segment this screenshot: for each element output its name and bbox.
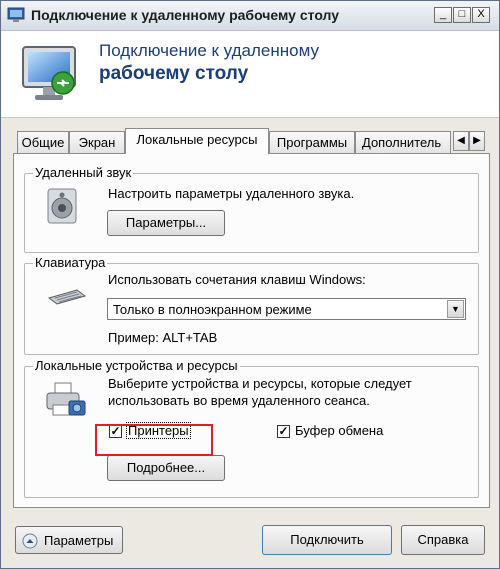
tab-scroll-left-button[interactable]: ◀ (453, 131, 469, 151)
remote-desktop-window: Подключение к удаленному рабочему столу … (0, 0, 500, 569)
title-bar[interactable]: Подключение к удаленному рабочему столу … (1, 1, 499, 31)
close-button[interactable]: X (472, 7, 490, 23)
keyboard-icon (47, 289, 87, 305)
remote-sound-group: Удаленный звук Настроить параметры удале… (24, 165, 479, 253)
keyboard-title: Клавиатура (33, 255, 108, 270)
minimize-button[interactable]: _ (434, 7, 452, 23)
more-details-button[interactable]: Подробнее... (107, 455, 225, 481)
tab-scroll-right-button[interactable]: ▶ (469, 131, 485, 151)
keyboard-mode-select[interactable]: Только в полноэкранном режиме ▼ (107, 298, 466, 320)
options-button-label: Параметры (44, 533, 114, 548)
speaker-icon (47, 188, 77, 224)
keyboard-mode-value: Только в полноэкранном режиме (113, 302, 312, 317)
tab-programs[interactable]: Программы (269, 131, 355, 153)
header-title-line1: Подключение к удаленному (99, 41, 319, 60)
remote-sound-title: Удаленный звук (33, 165, 134, 180)
connect-button[interactable]: Подключить (262, 525, 392, 555)
keyboard-description: Использовать сочетания клавиш Windows: (108, 272, 366, 287)
keyboard-example: Пример: ALT+TAB (108, 330, 218, 345)
clipboard-label[interactable]: Буфер обмена (295, 423, 383, 438)
tab-display[interactable]: Экран (69, 131, 125, 153)
help-button[interactable]: Справка (401, 525, 485, 555)
header-title-line2: рабочему столу (99, 63, 249, 84)
options-button[interactable]: Параметры (15, 526, 123, 554)
keyboard-group: Клавиатура Использовать сочетания клавиш… (24, 255, 479, 355)
local-devices-title: Локальные устройства и ресурсы (33, 358, 240, 373)
local-resources-panel: Удаленный звук Настроить параметры удале… (13, 153, 490, 508)
chevron-up-icon (22, 533, 38, 549)
printers-highlight-box (95, 424, 213, 456)
clipboard-checkbox[interactable]: ✓ (277, 425, 290, 438)
remote-sound-description: Настроить параметры удаленного звука. (108, 186, 355, 201)
window-title: Подключение к удаленному рабочему столу (31, 7, 340, 23)
chevron-down-icon[interactable]: ▼ (447, 300, 464, 318)
remote-desktop-icon (22, 46, 76, 100)
tab-advanced[interactable]: Дополнитель (355, 131, 451, 153)
tab-local-resources[interactable]: Локальные ресурсы (125, 128, 269, 154)
local-devices-description-line2: использовать во время удаленного сеанса. (108, 393, 370, 408)
maximize-button[interactable]: □ (453, 7, 471, 23)
local-devices-description-line1: Выберите устройства и ресурсы, которые с… (108, 376, 412, 391)
tab-general[interactable]: Общие (17, 131, 69, 153)
local-devices-group: Локальные устройства и ресурсы Выберите … (24, 358, 479, 498)
tab-strip: Общие Экран Локальные ресурсы Программы … (13, 128, 489, 154)
sound-settings-button[interactable]: Параметры... (107, 210, 225, 236)
dialog-header: Подключение к удаленному рабочему столу (1, 31, 499, 118)
remote-desktop-icon (7, 7, 25, 22)
printer-camera-icon (46, 382, 86, 416)
